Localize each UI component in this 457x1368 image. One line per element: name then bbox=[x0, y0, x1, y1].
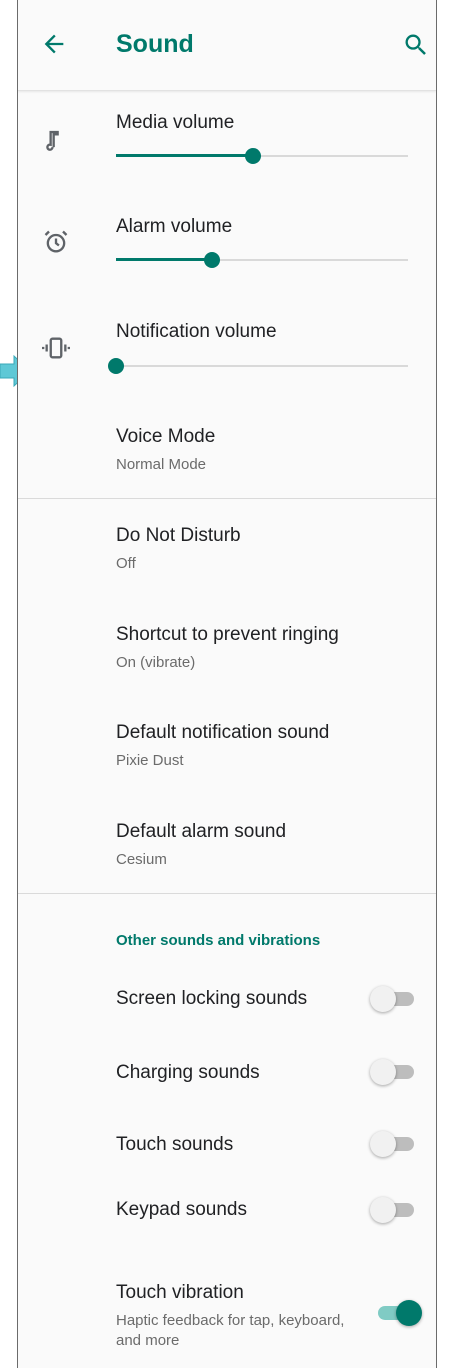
touch-sounds-toggle[interactable] bbox=[370, 1131, 420, 1157]
charging-sounds-label: Charging sounds bbox=[116, 1062, 260, 1083]
touch-vibration-label: Touch vibration bbox=[116, 1282, 244, 1303]
do-not-disturb-label: Do Not Disturb bbox=[116, 525, 241, 546]
divider bbox=[18, 498, 436, 499]
section-header-other-sounds: Other sounds and vibrations bbox=[116, 932, 321, 949]
screen-locking-sounds-label: Screen locking sounds bbox=[116, 988, 308, 1009]
keypad-sounds-label: Keypad sounds bbox=[116, 1199, 247, 1220]
default-alarm-sound-label: Default alarm sound bbox=[116, 821, 287, 842]
slider-thumb[interactable] bbox=[245, 148, 262, 164]
page-title: Sound bbox=[116, 30, 194, 58]
music-note-icon bbox=[46, 130, 59, 151]
alarm-volume-label: Alarm volume bbox=[116, 216, 233, 237]
voice-mode-value: Normal Mode bbox=[116, 456, 207, 473]
screen-locking-sounds-toggle[interactable] bbox=[370, 986, 420, 1012]
vibrate-icon bbox=[42, 337, 70, 359]
shortcut-prevent-ringing-label: Shortcut to prevent ringing bbox=[116, 624, 339, 645]
charging-sounds-toggle[interactable] bbox=[370, 1059, 420, 1085]
touch-vibration-toggle[interactable] bbox=[370, 1300, 422, 1326]
divider bbox=[18, 893, 436, 894]
slider-thumb[interactable] bbox=[108, 358, 124, 374]
keypad-sounds-toggle[interactable] bbox=[370, 1197, 420, 1223]
arrow-back-icon[interactable] bbox=[40, 30, 68, 58]
search-icon[interactable] bbox=[402, 31, 430, 59]
media-volume-slider[interactable] bbox=[116, 146, 408, 166]
default-notification-sound-label: Default notification sound bbox=[116, 722, 330, 743]
notification-volume-slider[interactable] bbox=[108, 356, 408, 376]
media-volume-label: Media volume bbox=[116, 112, 235, 133]
shortcut-prevent-ringing-value: On (vibrate) bbox=[116, 654, 196, 671]
slider-thumb[interactable] bbox=[204, 252, 221, 268]
touch-vibration-description: Haptic feedback for tap, keyboard, and m… bbox=[116, 1312, 345, 1349]
notification-volume-label: Notification volume bbox=[116, 321, 277, 342]
app-bar: Sound bbox=[18, 0, 436, 91]
do-not-disturb-value: Off bbox=[116, 555, 136, 572]
alarm-clock-icon bbox=[44, 230, 68, 253]
voice-mode-label: Voice Mode bbox=[116, 426, 216, 447]
sound-settings-screen: Sound Media volume Alarm volume Notifica… bbox=[17, 0, 437, 1368]
default-alarm-sound-value: Cesium bbox=[116, 851, 167, 868]
alarm-volume-slider[interactable] bbox=[116, 250, 408, 270]
touch-sounds-label: Touch sounds bbox=[116, 1134, 234, 1155]
default-notification-sound-value: Pixie Dust bbox=[116, 752, 184, 769]
